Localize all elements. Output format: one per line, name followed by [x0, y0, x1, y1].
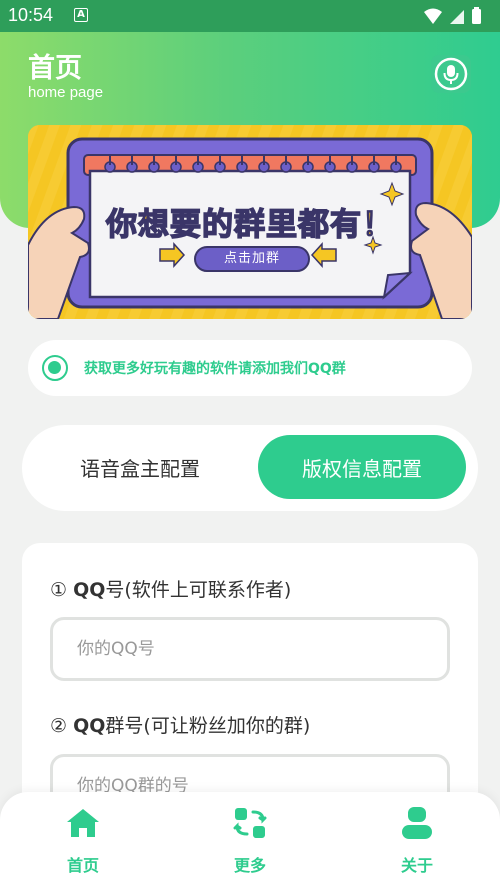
group-field-label: ② QQ群号(可让粉丝加你的群): [50, 711, 310, 738]
nav-label-more: 更多: [233, 856, 266, 875]
wifi-icon: [424, 8, 442, 24]
promo-banner[interactable]: 你想要的群里都有！ 点击加群: [28, 125, 472, 319]
banner-headline: 你想要的群里都有！: [105, 206, 394, 244]
status-bar: 10:54 A: [0, 0, 500, 32]
qq-label-text: 号(软件上可联系作者): [105, 579, 292, 601]
home-icon: [67, 809, 99, 837]
group-label-bold: QQ: [73, 715, 106, 737]
battery-icon: [472, 9, 481, 24]
qq-label-bold: QQ: [73, 579, 106, 601]
user-icon: [402, 807, 432, 839]
microphone-icon: [434, 57, 468, 91]
microphone-button[interactable]: [431, 55, 471, 93]
page-subtitle: home page: [28, 84, 104, 101]
nav-item-about[interactable]: 关于: [367, 806, 467, 876]
radio-dot-icon: [42, 355, 68, 381]
app-notification-icon: A: [74, 8, 88, 22]
group-label-number: ②: [50, 715, 68, 737]
notice-bar[interactable]: 获取更多好玩有趣的软件请添加我们QQ群: [28, 340, 472, 396]
qq-label-number: ①: [50, 579, 68, 601]
group-label-text: 群号(可让粉丝加你的群): [105, 715, 311, 737]
nav-item-home[interactable]: 首页: [33, 806, 133, 876]
bottom-navigation: 首页 更多 关于: [0, 792, 500, 888]
notice-text: 获取更多好玩有趣的软件请添加我们QQ群: [84, 361, 346, 377]
config-tabs: 语音盒主配置 版权信息配置: [22, 425, 478, 511]
swap-icon: [233, 808, 267, 838]
nav-label-home: 首页: [66, 856, 99, 875]
nav-label-about: 关于: [400, 856, 433, 875]
signal-icon: [450, 10, 464, 24]
tab-voicebox-config[interactable]: 语音盒主配置: [34, 435, 246, 499]
qq-number-input[interactable]: [50, 617, 450, 681]
status-time: 10:54: [8, 5, 54, 25]
tab-copyright-config[interactable]: 版权信息配置: [258, 435, 466, 499]
page-title: 首页: [28, 53, 82, 84]
join-group-button[interactable]: 点击加群: [194, 246, 310, 272]
qq-field-label: ① QQ号(软件上可联系作者): [50, 575, 291, 602]
status-icons: [424, 7, 481, 24]
nav-item-more[interactable]: 更多: [200, 806, 300, 876]
